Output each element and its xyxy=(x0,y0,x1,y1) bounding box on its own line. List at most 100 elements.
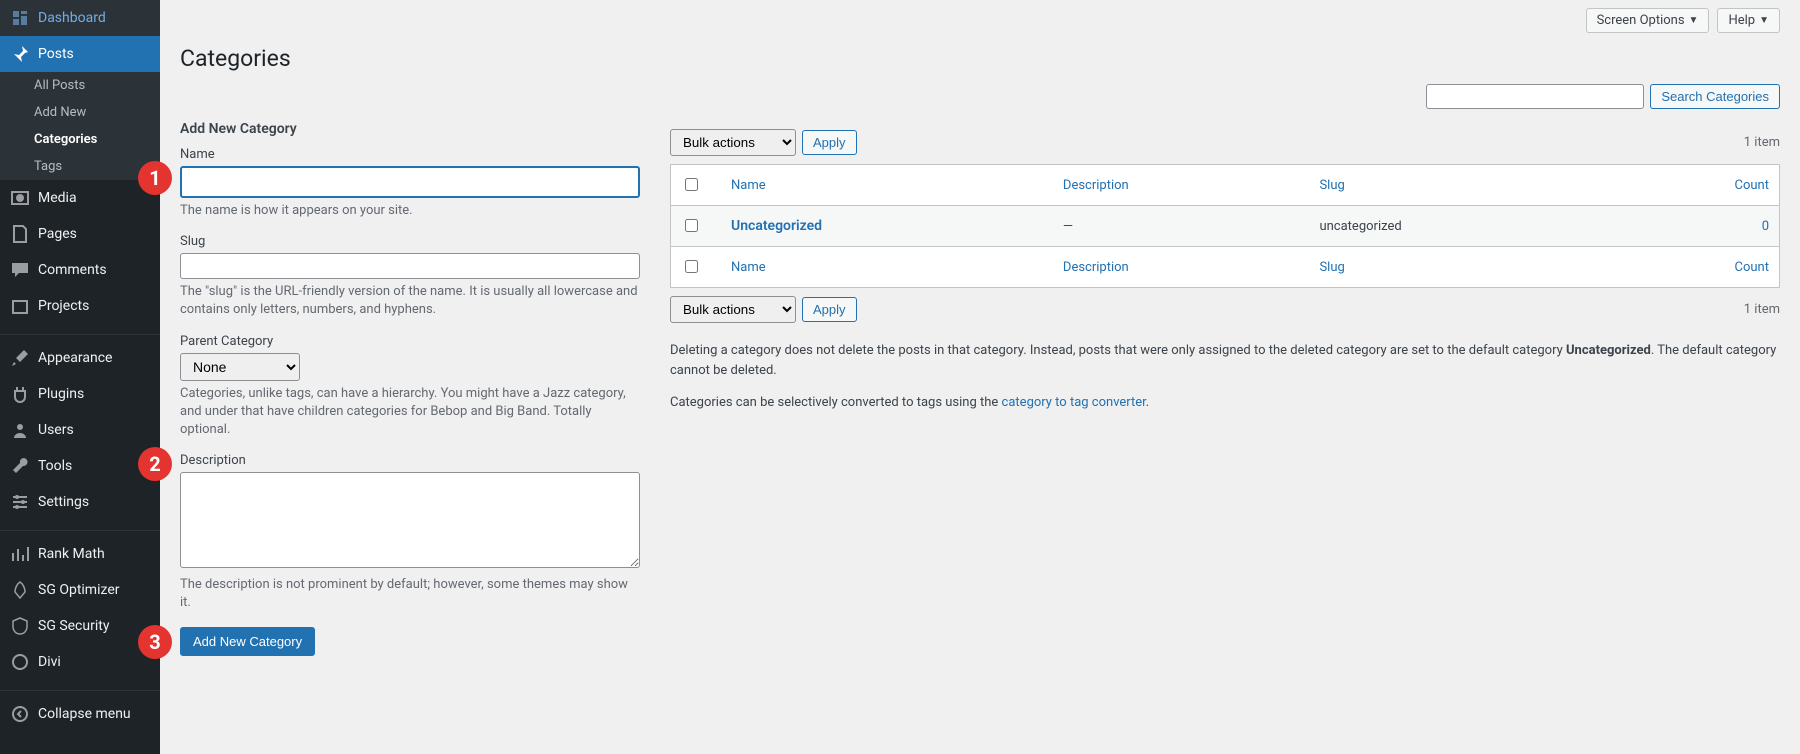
chevron-down-icon: ▼ xyxy=(1759,15,1769,26)
notice-text: . xyxy=(1146,395,1149,410)
posts-submenu: All Posts Add New Categories Tags xyxy=(0,72,160,180)
menu-sg-security[interactable]: SG Security xyxy=(0,608,160,644)
category-to-tag-converter-link[interactable]: category to tag converter xyxy=(1002,395,1146,410)
menu-posts[interactable]: Posts xyxy=(0,36,160,72)
name-help-text: The name is how it appears on your site. xyxy=(180,202,640,220)
col-slug-footer[interactable]: Slug xyxy=(1319,260,1344,275)
notice-text: Deleting a category does not delete the … xyxy=(670,343,1566,358)
chevron-down-icon: ▼ xyxy=(1689,15,1699,26)
menu-label: Appearance xyxy=(38,350,112,366)
category-name-link[interactable]: Uncategorized xyxy=(731,218,822,234)
menu-pages[interactable]: Pages xyxy=(0,216,160,252)
description-label: Description xyxy=(180,453,640,468)
description-textarea[interactable] xyxy=(180,472,640,568)
bulk-actions-select-top[interactable]: Bulk actions xyxy=(670,129,796,156)
menu-label: Settings xyxy=(38,494,89,510)
col-count-header[interactable]: Count xyxy=(1735,178,1769,193)
page-icon xyxy=(10,224,30,244)
help-button[interactable]: Help ▼ xyxy=(1717,8,1780,33)
menu-comments[interactable]: Comments xyxy=(0,252,160,288)
col-name-footer[interactable]: Name xyxy=(731,260,766,275)
menu-separator xyxy=(0,525,160,531)
description-help-text: The description is not prominent by defa… xyxy=(180,576,640,612)
menu-sg-optimizer[interactable]: SG Optimizer xyxy=(0,572,160,608)
menu-appearance[interactable]: Appearance xyxy=(0,340,160,376)
slug-input[interactable] xyxy=(180,253,640,279)
row-count-link[interactable]: 0 xyxy=(1762,219,1769,234)
button-label: Screen Options xyxy=(1597,13,1685,28)
chart-icon xyxy=(10,544,30,564)
projects-icon xyxy=(10,296,30,316)
menu-label: Collapse menu xyxy=(38,706,131,722)
menu-projects[interactable]: Projects xyxy=(0,288,160,324)
form-heading: Add New Category xyxy=(180,121,640,137)
menu-dashboard[interactable]: Dashboard xyxy=(0,0,160,36)
annotation-badge-3: 3 xyxy=(138,625,172,659)
menu-rank-math[interactable]: Rank Math xyxy=(0,536,160,572)
parent-help-text: Categories, unlike tags, can have a hier… xyxy=(180,385,640,440)
name-input[interactable] xyxy=(180,166,640,198)
menu-label: SG Optimizer xyxy=(38,582,119,598)
bulk-actions-select-bottom[interactable]: Bulk actions xyxy=(670,296,796,323)
add-new-category-button[interactable]: Add New Category xyxy=(180,627,315,656)
menu-label: Rank Math xyxy=(38,546,105,562)
submenu-add-new[interactable]: Add New xyxy=(0,99,160,126)
default-category-name: Uncategorized xyxy=(1566,343,1651,358)
name-label: Name xyxy=(180,147,640,162)
col-description-header[interactable]: Description xyxy=(1063,178,1129,193)
plugin-icon xyxy=(10,384,30,404)
menu-tools[interactable]: Tools xyxy=(0,448,160,484)
notice-text: Categories can be selectively converted … xyxy=(670,395,1002,410)
search-categories-button[interactable]: Search Categories xyxy=(1650,84,1780,109)
user-icon xyxy=(10,420,30,440)
menu-users[interactable]: Users xyxy=(0,412,160,448)
submenu-tags[interactable]: Tags xyxy=(0,153,160,180)
menu-label: SG Security xyxy=(38,618,109,634)
menu-label: Projects xyxy=(38,298,89,314)
col-name-header[interactable]: Name xyxy=(731,178,766,193)
col-description-footer[interactable]: Description xyxy=(1063,260,1129,275)
menu-label: Comments xyxy=(38,262,107,278)
collapse-icon xyxy=(10,704,30,724)
parent-label: Parent Category xyxy=(180,334,640,349)
shield-icon xyxy=(10,616,30,636)
screen-options-button[interactable]: Screen Options ▼ xyxy=(1586,8,1710,33)
annotation-badge-2: 2 xyxy=(138,447,172,481)
menu-label: Media xyxy=(38,190,77,206)
slug-label: Slug xyxy=(180,234,640,249)
dashboard-icon xyxy=(10,8,30,28)
menu-media[interactable]: Media xyxy=(0,180,160,216)
submenu-all-posts[interactable]: All Posts xyxy=(0,72,160,99)
menu-plugins[interactable]: Plugins xyxy=(0,376,160,412)
menu-separator xyxy=(0,685,160,691)
sliders-icon xyxy=(10,492,30,512)
select-all-checkbox-bottom[interactable] xyxy=(685,260,698,273)
menu-label: Divi xyxy=(38,654,61,670)
item-count-top: 1 item xyxy=(1744,135,1780,150)
col-slug-header[interactable]: Slug xyxy=(1319,178,1344,193)
menu-label: Dashboard xyxy=(38,10,106,26)
row-slug: uncategorized xyxy=(1309,206,1615,247)
menu-label: Users xyxy=(38,422,74,438)
menu-settings[interactable]: Settings xyxy=(0,484,160,520)
menu-divi[interactable]: Divi xyxy=(0,644,160,680)
category-search-input[interactable] xyxy=(1426,84,1644,109)
menu-collapse[interactable]: Collapse menu xyxy=(0,696,160,732)
deletion-notice: Deleting a category does not delete the … xyxy=(670,341,1780,413)
main-content: Screen Options ▼ Help ▼ Categories Searc… xyxy=(160,0,1800,754)
submenu-categories[interactable]: Categories xyxy=(0,126,160,153)
categories-table: Name Description Slug Count Uncategorize… xyxy=(670,164,1780,288)
menu-label: Plugins xyxy=(38,386,84,402)
table-row: Uncategorized — uncategorized 0 xyxy=(671,206,1780,247)
menu-label: Pages xyxy=(38,226,77,242)
parent-category-select[interactable]: None xyxy=(180,353,300,381)
col-count-footer[interactable]: Count xyxy=(1735,260,1769,275)
media-icon xyxy=(10,188,30,208)
row-description: — xyxy=(1053,206,1310,247)
rocket-icon xyxy=(10,580,30,600)
apply-button-top[interactable]: Apply xyxy=(802,130,857,155)
select-all-checkbox-top[interactable] xyxy=(685,178,698,191)
apply-button-bottom[interactable]: Apply xyxy=(802,297,857,322)
row-checkbox[interactable] xyxy=(685,219,698,232)
pin-icon xyxy=(10,44,30,64)
